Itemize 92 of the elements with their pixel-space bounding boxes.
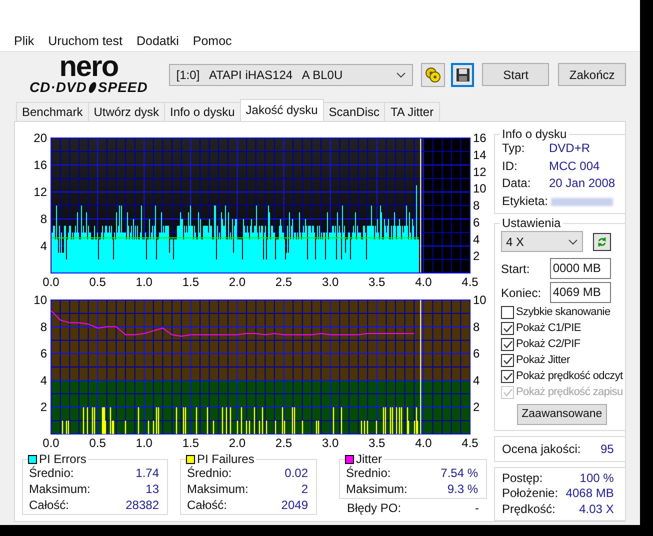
quality-score: 95 (600, 440, 614, 458)
logo-subtitle: CD·DVD (29, 80, 87, 94)
group-title: Ustawienia (500, 216, 563, 230)
stat-label: Całość: (29, 497, 70, 513)
axis-tick-label: 4 (40, 239, 47, 253)
axis-tick-label: 2 (473, 400, 480, 414)
axis-tick-label: 14 (473, 148, 486, 162)
info-label: Typ: (502, 140, 526, 157)
stat-label: Maksimum: (346, 481, 408, 497)
axis-tick-label: 12 (473, 164, 486, 179)
axis-tick-label: 10 (34, 293, 47, 307)
axis-tick-label: 3.5 (368, 436, 386, 450)
stat-value: 0.02 (284, 465, 308, 481)
checkbox-label: Pokaż prędkość odczyt (516, 369, 623, 384)
axis-tick-label: 1.5 (182, 436, 199, 450)
checkbox-label: Pokaż prędkość zapisu (516, 385, 623, 400)
axis-tick-label: 0.0 (42, 436, 60, 450)
stat-label: Średnio: (187, 465, 232, 481)
axis-tick-label: 2.5 (275, 436, 292, 450)
progress-label: Położenie: (502, 486, 558, 502)
info-value: MCC 004 (549, 158, 600, 174)
axis-tick-label: 3.0 (322, 436, 339, 450)
checkbox-label: Szybkie skanowanie (516, 305, 610, 320)
group-title: Jitter (354, 452, 384, 466)
quality-label: Ocena jakości: (502, 440, 581, 458)
axis-tick-label: 8 (473, 320, 480, 334)
stat-value: 13 (146, 481, 159, 497)
axis-tick-label: 0.0 (42, 275, 60, 289)
stat-label: Maksimum: (29, 481, 90, 497)
axis-tick-label: 4.0 (415, 275, 432, 289)
info-value: 20 Jan 2008 (549, 175, 616, 192)
axis-tick-label: 16 (34, 158, 47, 172)
stat-value: 2 (301, 481, 308, 497)
stat-value: 2049 (281, 497, 308, 513)
checkbox-label: Pokaż Jitter (516, 353, 570, 368)
stat-label: Błędy PO: (347, 500, 402, 516)
stat-value: 9.3 % (447, 481, 478, 497)
checkbox-label: Pokaż C2/PIF (516, 337, 580, 352)
progress-label: Postęp: (502, 470, 543, 486)
axis-tick-label: 8 (40, 212, 47, 226)
axis-tick-label: 20 (34, 131, 47, 145)
stat-label: Średnio: (346, 465, 391, 481)
axis-tick-label: 4 (473, 373, 480, 388)
stat-value: 7.54 % (440, 465, 478, 481)
field-label: Koniec: (501, 284, 542, 302)
axis-tick-label: 0.5 (89, 436, 106, 450)
info-label: ID: (502, 158, 518, 174)
axis-tick-label: 8 (473, 198, 480, 212)
axis-tick-label: 2 (40, 400, 47, 414)
stat-value: 28382 (126, 497, 159, 513)
axis-tick-label: 16 (473, 131, 486, 145)
axis-tick-label: 2.0 (228, 275, 246, 289)
axis-tick-label: 0.5 (89, 275, 106, 289)
axis-tick-label: 1.0 (136, 436, 152, 450)
stat-value: 1.74 (136, 465, 159, 481)
progress-label: Prędkość: (502, 502, 556, 517)
axis-tick-label: 3.0 (322, 275, 339, 289)
axis-tick-label: 3.5 (368, 275, 386, 289)
axis-tick-label: 4.0 (415, 436, 432, 450)
axis-tick-label: 4.5 (462, 275, 478, 289)
field-label: Start: (501, 260, 530, 278)
axis-tick-label: 10 (473, 182, 486, 196)
axis-tick-label: 2.5 (275, 275, 292, 289)
progress-value: 100 % (580, 470, 614, 486)
axis-tick-label: 2.0 (228, 436, 246, 450)
stat-label: Całość: (187, 497, 228, 513)
logo-subtitle: SPEED (98, 80, 148, 94)
axis-tick-label: 12 (34, 185, 47, 199)
stat-label: Maksimum: (187, 481, 248, 497)
info-value: DVD+R (549, 140, 590, 157)
stat-label: Średnio: (29, 465, 74, 481)
axis-tick-label: 1.0 (136, 275, 152, 289)
axis-tick-label: 8 (40, 320, 47, 334)
progress-value: 4068 MB (566, 486, 614, 502)
axis-tick-label: 6 (40, 346, 47, 361)
progress-value: 4.03 X (579, 502, 614, 517)
axis-tick-label: 2 (473, 249, 480, 264)
axis-tick-label: 6 (473, 215, 480, 230)
info-label: Etykieta: (502, 192, 549, 210)
axis-tick-label: 1.5 (182, 275, 199, 289)
info-label: Data: (502, 175, 532, 192)
axis-tick-label: 4.5 (462, 436, 478, 450)
axis-tick-label: 6 (473, 346, 480, 361)
checkbox-label: Pokaż C1/PIE (516, 321, 581, 336)
group-title: Info o dysku (500, 127, 569, 141)
stat-value: - (475, 500, 479, 516)
group-title: PI Errors (37, 452, 88, 466)
axis-tick-label: 10 (473, 293, 486, 307)
group-title: PI Failures (195, 452, 256, 466)
axis-tick-label: 4 (40, 373, 47, 388)
logo-wordmark: nero (59, 55, 118, 79)
axis-tick-label: 4 (473, 232, 480, 246)
